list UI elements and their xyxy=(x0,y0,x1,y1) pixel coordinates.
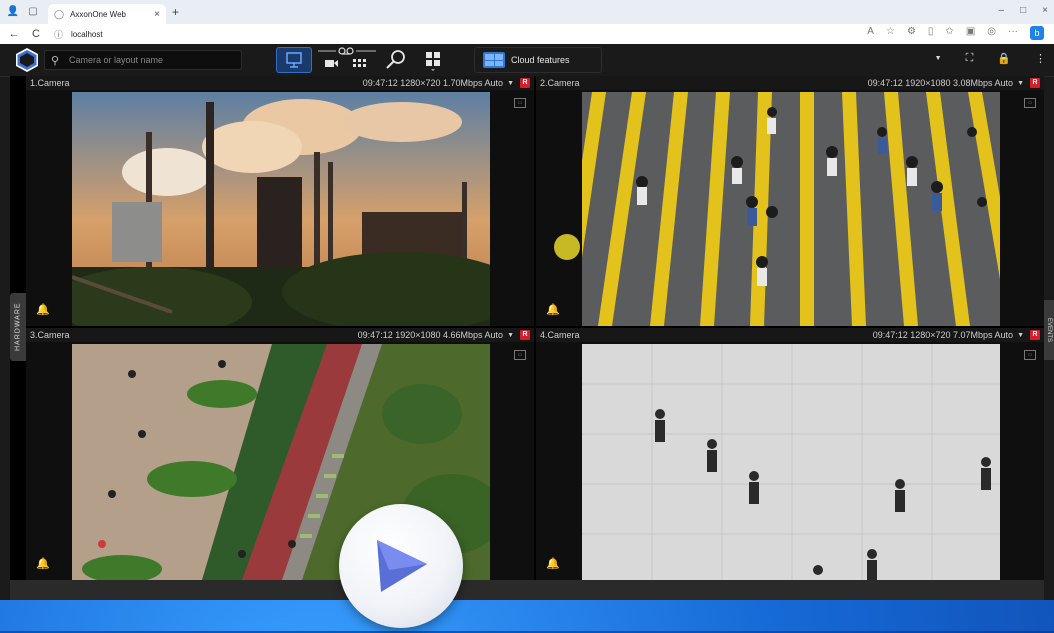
timeline-strip xyxy=(10,580,1044,600)
camera-name: 2.Camera xyxy=(540,78,580,88)
stream-info: 09:47:12 1280×720 1.70Mbps Auto xyxy=(362,78,504,88)
camera-video-industrial xyxy=(72,92,490,326)
recording-badge: R xyxy=(1030,78,1040,88)
camera-tile[interactable]: 2.Camera 09:47:12 1920×1080 3.08Mbps Aut… xyxy=(536,76,1044,326)
camera-video-crosswalk xyxy=(582,92,1000,326)
search-icon: ⚲ xyxy=(51,54,60,67)
video-camera-icon[interactable] xyxy=(324,56,340,74)
copilot-icon[interactable]: ◎ xyxy=(987,26,996,40)
browser-window: 👤 ▢ ◯ AxxonOne Web × + – □ × ← C ⓘ local… xyxy=(0,0,1054,600)
page-favicon-icon: ◯ xyxy=(54,8,65,19)
recording-badge: R xyxy=(520,330,530,340)
favorites-icon[interactable]: ✩ xyxy=(945,26,953,40)
tab-close-icon[interactable]: × xyxy=(154,9,160,20)
axxon-logo-icon[interactable] xyxy=(14,47,40,73)
alarm-bell-icon[interactable]: 🔔 xyxy=(546,303,560,316)
close-window-icon[interactable]: × xyxy=(1042,5,1048,16)
recording-badge: R xyxy=(520,78,530,88)
events-grid-icon[interactable] xyxy=(352,56,368,74)
camera-name: 4.Camera xyxy=(540,330,580,340)
recording-badge: R xyxy=(1030,330,1040,340)
lock-icon[interactable]: 🔒 xyxy=(997,52,1011,66)
window-controls: – □ × xyxy=(999,5,1048,16)
stream-caret-icon[interactable]: ▼ xyxy=(507,80,514,87)
split-screen-icon[interactable]: ▯ xyxy=(928,26,934,40)
stream-info: 09:47:12 1920×1080 4.66Mbps Auto xyxy=(357,330,504,340)
monitor-icon xyxy=(286,52,302,68)
layout-grid-icon xyxy=(426,52,440,71)
dropdown-caret-icon[interactable]: ▼ xyxy=(935,52,942,66)
cloud-grid-icon xyxy=(483,52,505,68)
stream-caret-icon[interactable]: ▼ xyxy=(507,332,514,339)
url-text: localhost xyxy=(71,29,103,39)
cloud-features-button[interactable]: Cloud features xyxy=(474,47,602,73)
camera-video-plaza xyxy=(582,344,1000,580)
url-field[interactable]: ⓘ localhost xyxy=(54,28,103,41)
layouts-button[interactable] xyxy=(420,47,446,73)
toolbar-right: ▼ ⛶ 🔒 ⋮ xyxy=(935,52,1046,66)
live-mode-button[interactable] xyxy=(276,47,312,73)
search-input[interactable] xyxy=(67,54,231,66)
alarm-bell-icon[interactable]: 🔔 xyxy=(36,303,50,316)
snapshot-icon[interactable]: ▭ xyxy=(1024,350,1036,360)
app-toolbar: ⚲ Camera or layout name Cloud features ▼… xyxy=(0,44,1054,77)
tab-actions-icon[interactable]: ▢ xyxy=(26,5,40,19)
stream-info: 09:47:12 1280×720 7.07Mbps Auto xyxy=(872,330,1014,340)
search-box[interactable]: ⚲ xyxy=(44,50,242,70)
maximize-icon[interactable]: □ xyxy=(1020,5,1026,16)
site-info-icon[interactable]: ⓘ xyxy=(54,28,63,41)
new-tab-button[interactable]: + xyxy=(172,5,179,19)
browser-tab-bar: 👤 ▢ ◯ AxxonOne Web × + – □ × xyxy=(0,0,1054,24)
mouse-cursor-highlight xyxy=(554,234,580,260)
camera-name: 1.Camera xyxy=(30,78,70,88)
edge-sidebar-icon[interactable]: b xyxy=(1030,26,1044,40)
magnifier-icon xyxy=(386,50,405,69)
camera-tile[interactable]: 1.Camera 09:47:12 1280×720 1.70Mbps Auto… xyxy=(26,76,534,326)
camera-name: 3.Camera xyxy=(30,330,70,340)
more-menu-icon[interactable]: ⋮ xyxy=(1035,52,1046,66)
favorite-star-icon[interactable]: ☆ xyxy=(886,26,895,40)
camera-header: 4.Camera 09:47:12 1280×720 7.07Mbps Auto… xyxy=(536,328,1044,342)
browser-actions: A ☆ ⚙ ▯ ✩ ▣ ◎ ··· b xyxy=(867,26,1044,40)
play-video-button[interactable] xyxy=(339,504,463,628)
minimize-icon[interactable]: – xyxy=(999,5,1005,16)
camera-header: 3.Camera 09:47:12 1920×1080 4.66Mbps Aut… xyxy=(26,328,534,342)
extensions-icon[interactable]: ⚙ xyxy=(907,26,916,40)
camera-layout-grid: 1.Camera 09:47:12 1280×720 1.70Mbps Auto… xyxy=(10,76,1044,580)
browser-tab[interactable]: ◯ AxxonOne Web × xyxy=(48,4,166,24)
snapshot-icon[interactable]: ▭ xyxy=(514,350,526,360)
collections-icon[interactable]: ▣ xyxy=(966,26,975,40)
back-icon[interactable]: ← xyxy=(6,28,22,40)
read-aloud-icon[interactable]: A xyxy=(867,26,874,40)
alarm-bell-icon[interactable]: 🔔 xyxy=(546,557,560,570)
stream-info: 09:47:12 1920×1080 3.08Mbps Auto xyxy=(867,78,1014,88)
profile-icon[interactable]: 👤 xyxy=(6,5,20,19)
cloud-features-label: Cloud features xyxy=(511,55,570,65)
snapshot-icon[interactable]: ▭ xyxy=(514,98,526,108)
snapshot-icon[interactable]: ▭ xyxy=(1024,98,1036,108)
camera-header: 1.Camera 09:47:12 1280×720 1.70Mbps Auto… xyxy=(26,76,534,90)
alarm-bell-icon[interactable]: 🔔 xyxy=(36,557,50,570)
play-icon xyxy=(377,540,427,592)
stream-caret-icon[interactable]: ▼ xyxy=(1017,332,1024,339)
address-bar: ← C ⓘ localhost A ☆ ⚙ ▯ ✩ ▣ ◎ ··· b xyxy=(0,24,1054,44)
search-mode-button[interactable] xyxy=(382,47,410,73)
camera-header: 2.Camera 09:47:12 1920×1080 3.08Mbps Aut… xyxy=(536,76,1044,90)
camera-tile[interactable]: 4.Camera 09:47:12 1280×720 7.07Mbps Auto… xyxy=(536,328,1044,580)
tab-title: AxxonOne Web xyxy=(70,9,126,19)
reload-icon[interactable]: C xyxy=(28,28,44,40)
stream-caret-icon[interactable]: ▼ xyxy=(1017,80,1024,87)
events-panel-tab[interactable]: EVENTS xyxy=(1044,300,1054,360)
hardware-panel-tab[interactable]: HARDWARE xyxy=(10,293,26,361)
fullscreen-icon[interactable]: ⛶ xyxy=(966,52,974,66)
more-icon[interactable]: ··· xyxy=(1008,26,1018,40)
